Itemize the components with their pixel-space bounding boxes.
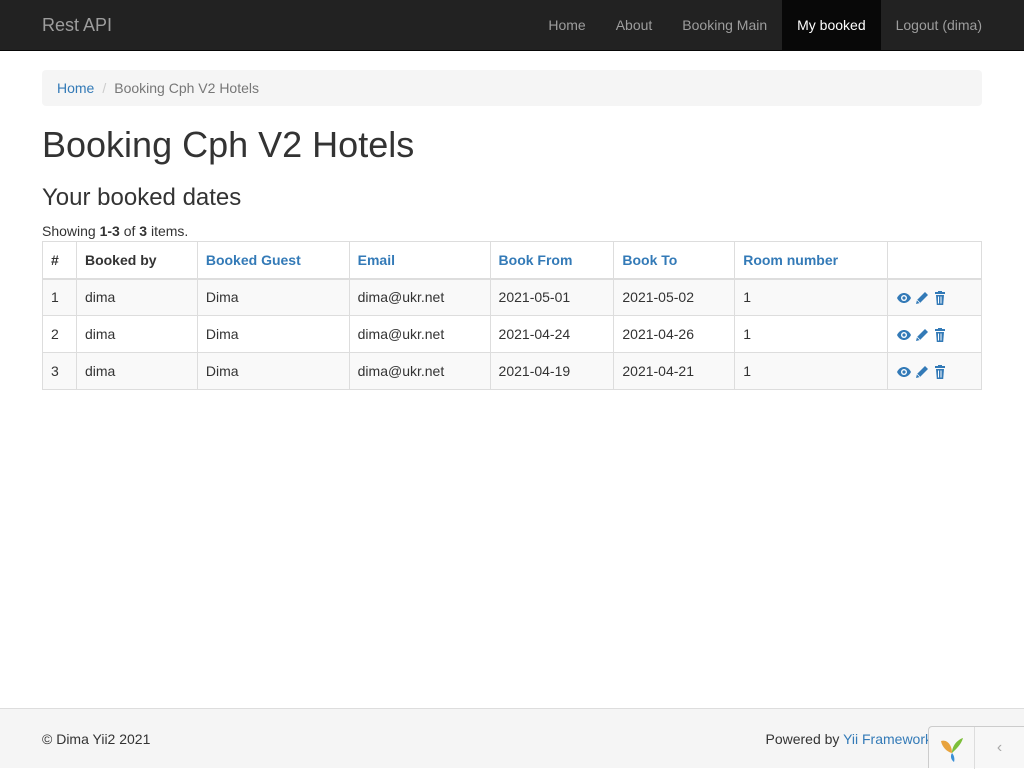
cell-booked-by: dima	[75, 352, 198, 390]
table-row: 2 dima Dima dima@ukr.net 2021-04-24 2021-04-2…	[42, 315, 982, 353]
header-index: #	[42, 241, 77, 280]
cell-booked-guest: Dima	[196, 315, 350, 353]
view-button[interactable]	[896, 325, 914, 341]
cell-book-from: 2021-04-24	[489, 315, 615, 353]
yii-logo-icon[interactable]	[929, 727, 975, 769]
pencil-icon	[914, 290, 930, 306]
brand-link[interactable]: Rest API	[42, 0, 112, 50]
nav-logout[interactable]: Logout (dima)	[881, 0, 997, 50]
footer: © Dima Yii2 2021 Powered by Yii Framewor…	[0, 708, 1024, 768]
header-room-number: Room number	[734, 241, 888, 280]
cell-room-number: 1	[734, 352, 888, 390]
breadcrumb-separator: /	[102, 80, 107, 96]
eye-icon	[896, 364, 912, 380]
nav-home[interactable]: Home	[533, 0, 600, 50]
debug-toggle-chevron-icon[interactable]: ‹	[975, 727, 1024, 768]
header-booked-guest: Booked Guest	[196, 241, 350, 280]
summary-range: 1-3	[99, 223, 120, 239]
bookings-table: # Booked by Booked Guest Email Book From…	[42, 241, 982, 390]
header-email: Email	[348, 241, 491, 280]
cell-booked-by: dima	[75, 315, 198, 353]
nav-my-booked[interactable]: My booked	[782, 0, 881, 50]
cell-book-from: 2021-05-01	[489, 278, 615, 316]
page-title: Booking Cph V2 Hotels	[42, 124, 415, 165]
header-booked-by: Booked by	[75, 241, 198, 280]
table-row: 1 dima Dima dima@ukr.net 2021-05-01 2021-05-0…	[42, 278, 982, 316]
eye-icon	[896, 290, 912, 306]
breadcrumb-home[interactable]: Home	[57, 80, 94, 96]
sort-booked-guest-link[interactable]: Booked Guest	[206, 252, 301, 268]
eye-icon	[896, 327, 912, 343]
cell-actions	[887, 278, 982, 316]
summary-suffix: items.	[147, 223, 189, 239]
delete-button[interactable]	[932, 325, 950, 343]
cell-index: 2	[42, 315, 77, 353]
sort-book-from-link[interactable]: Book From	[499, 252, 573, 268]
footer-copyright: © Dima Yii2 2021	[42, 731, 151, 747]
grid-summary: Showing 1-3 of 3 items.	[42, 223, 188, 239]
cell-booked-guest: Dima	[196, 278, 350, 316]
cell-email: dima@ukr.net	[348, 315, 491, 353]
sort-room-number-link[interactable]: Room number	[743, 252, 838, 268]
summary-total: 3	[139, 223, 148, 239]
cell-booked-by: dima	[75, 278, 198, 316]
debug-toolbar: ‹	[928, 726, 1024, 769]
cell-email: dima@ukr.net	[348, 278, 491, 316]
breadcrumb-current: Booking Cph V2 Hotels	[114, 80, 260, 96]
cell-actions	[887, 315, 982, 353]
trash-icon	[932, 327, 948, 343]
cell-room-number: 1	[734, 278, 888, 316]
header-actions	[887, 241, 982, 280]
summary-prefix: Showing	[42, 223, 100, 239]
cell-book-to: 2021-05-02	[613, 278, 736, 316]
nav-about[interactable]: About	[601, 0, 668, 50]
cell-room-number: 1	[734, 315, 888, 353]
table-header-row: # Booked by Booked Guest Email Book From…	[42, 241, 982, 280]
cell-book-to: 2021-04-21	[613, 352, 736, 390]
powered-prefix: Powered by	[765, 731, 844, 747]
table-row: 3 dima Dima dima@ukr.net 2021-04-19 2021-04-2…	[42, 352, 982, 390]
update-button[interactable]	[914, 362, 932, 378]
cell-actions	[887, 352, 982, 390]
footer-powered: Powered by Yii Framework	[765, 709, 932, 769]
page-subtitle: Your booked dates	[42, 184, 242, 211]
sort-book-to-link[interactable]: Book To	[622, 252, 677, 268]
yii-framework-link[interactable]: Yii Framework	[843, 731, 932, 747]
update-button[interactable]	[914, 325, 932, 341]
summary-of: of	[119, 223, 140, 239]
cell-email: dima@ukr.net	[348, 352, 491, 390]
view-button[interactable]	[896, 289, 914, 305]
cell-index: 1	[42, 278, 77, 316]
nav-menu: Home About Booking Main My booked Logout…	[533, 0, 997, 50]
header-book-from: Book From	[489, 241, 615, 280]
trash-icon	[932, 364, 948, 380]
cell-book-to: 2021-04-26	[613, 315, 736, 353]
pencil-icon	[914, 327, 930, 343]
pencil-icon	[914, 364, 930, 380]
sort-email-link[interactable]: Email	[358, 252, 395, 268]
delete-button[interactable]	[932, 362, 950, 380]
view-button[interactable]	[896, 362, 914, 378]
nav-booking-main[interactable]: Booking Main	[667, 0, 782, 50]
cell-booked-guest: Dima	[196, 352, 350, 390]
breadcrumb: Home / Booking Cph V2 Hotels	[42, 70, 982, 106]
cell-book-from: 2021-04-19	[489, 352, 615, 390]
delete-button[interactable]	[932, 289, 950, 305]
cell-index: 3	[42, 352, 77, 390]
trash-icon	[932, 290, 948, 306]
update-button[interactable]	[914, 289, 932, 305]
header-book-to: Book To	[613, 241, 736, 280]
navbar: Rest API Home About Booking Main My book…	[0, 0, 1024, 51]
